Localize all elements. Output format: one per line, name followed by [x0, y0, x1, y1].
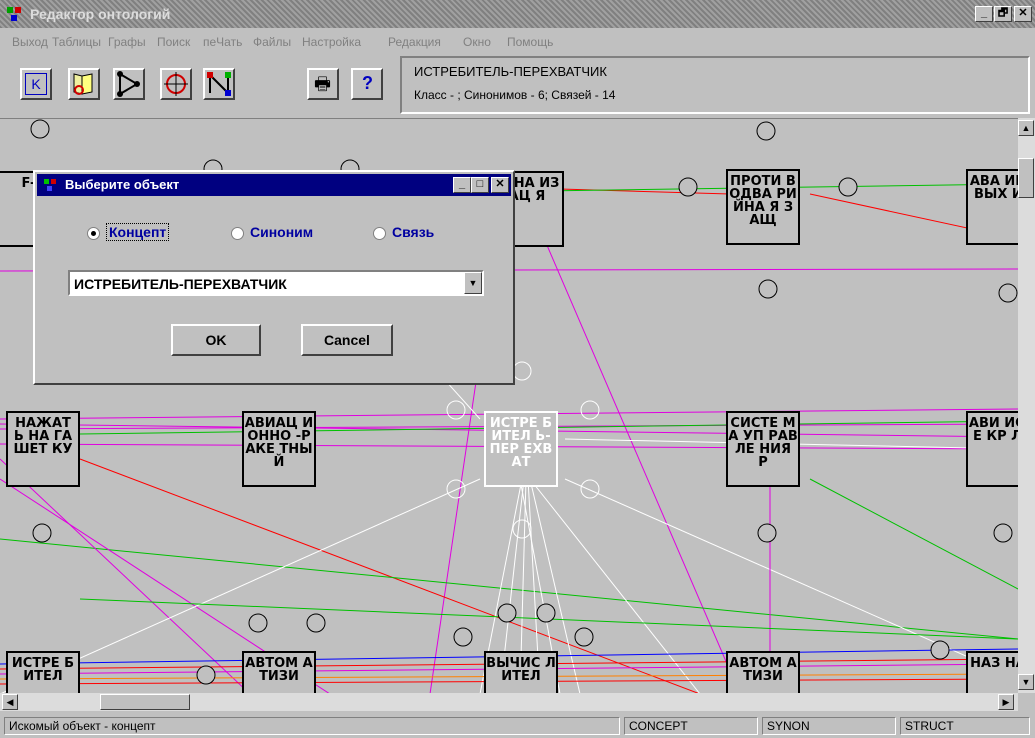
concept-node[interactable]: ВЫЧИС ЛИТЕЛ	[484, 651, 558, 694]
concept-node[interactable]: ПРОТИ ВОДВА РИЙНА Я ЗАЩ	[726, 169, 800, 245]
horizontal-scroll-thumb[interactable]	[100, 694, 190, 710]
app-icon	[7, 7, 21, 21]
window-title: Редактор онтологий	[30, 6, 171, 22]
scroll-up-arrow-icon[interactable]: ▲	[1018, 120, 1034, 136]
status-struct: STRUCT	[900, 717, 1030, 735]
menu-window[interactable]: Окно	[463, 35, 491, 49]
chevron-down-icon[interactable]: ▼	[464, 272, 482, 294]
concept-node[interactable]: АВТОМ АТИЗИ	[726, 651, 800, 694]
title-bar: Редактор онтологий _ 🗗 ✕	[0, 0, 1035, 28]
object-select-value: ИСТРЕБИТЕЛЬ-ПЕРЕХВАТЧИК	[74, 276, 287, 292]
concept-icon: K	[25, 73, 47, 95]
app-icon	[44, 179, 56, 191]
dialog-title-bar: Выберите объект _ □ ✕	[37, 174, 511, 196]
radio-concept-label: Концепт	[106, 223, 170, 241]
status-synon: SYNON	[762, 717, 896, 735]
horizontal-scrollbar[interactable]: ◀ ▶	[0, 693, 1018, 711]
concept-node[interactable]: НАЖАТ Ь НА ГАШЕТ КУ	[6, 411, 80, 487]
concept-node[interactable]: НАЗ НАЯ	[966, 651, 1018, 694]
crosshair-icon	[164, 72, 188, 96]
help-icon: ?	[362, 73, 373, 93]
status-message: Искомый объект - концепт	[4, 717, 620, 735]
printer-icon: 🖶	[314, 74, 331, 94]
scroll-left-arrow-icon[interactable]: ◀	[2, 694, 18, 710]
radio-synonym-label: Синоним	[250, 224, 314, 240]
select-object-dialog: Выберите объект _ □ ✕ Концепт Синоним Св…	[33, 170, 515, 385]
graph-icon	[117, 71, 140, 97]
book-icon	[73, 73, 93, 95]
object-stats: Класс - ; Синонимов - 6; Связей - 14	[414, 88, 616, 102]
radio-checked-icon	[87, 226, 100, 240]
radio-link[interactable]: Связь	[373, 224, 434, 240]
concept-node[interactable]: АВИАЦ ИОННО -РАКЕ ТНЫЙ	[242, 411, 316, 487]
dialog-title: Выберите объект	[65, 177, 180, 192]
status-concept: CONCEPT	[624, 717, 758, 735]
radio-synonym[interactable]: Синоним	[231, 224, 313, 240]
selected-concept-node[interactable]: ИСТРЕ БИТЕЛ Ь-ПЕР ЕХВАТ	[484, 411, 558, 487]
graph-button[interactable]	[113, 68, 145, 100]
vertical-scroll-thumb[interactable]	[1018, 158, 1034, 198]
links-button[interactable]	[203, 68, 235, 100]
concept-node[interactable]: АВА ИНЬ ВЫХ ИЗ	[966, 169, 1018, 245]
minimize-button[interactable]: _	[975, 6, 993, 22]
scroll-down-arrow-icon[interactable]: ▼	[1018, 674, 1034, 690]
concept-node[interactable]: СИСТЕ МА УП РАВЛЕ НИЯ Р	[726, 411, 800, 487]
tables-button[interactable]	[68, 68, 100, 100]
menu-search[interactable]: Поиск	[157, 35, 190, 49]
menu-print[interactable]: пеЧать	[203, 35, 242, 49]
dialog-close-button[interactable]: ✕	[491, 177, 509, 193]
info-panel: ИСТРЕБИТЕЛЬ-ПЕРЕХВАТЧИК Класс - ; Синони…	[400, 56, 1030, 114]
radio-unchecked-icon	[231, 226, 244, 240]
search-button[interactable]	[160, 68, 192, 100]
maximize-button[interactable]: 🗗	[994, 6, 1012, 22]
dialog-minimize-button[interactable]: _	[453, 177, 471, 193]
menu-help[interactable]: Помощь	[507, 35, 553, 49]
menu-files[interactable]: Файлы	[253, 35, 291, 49]
menu-graphs[interactable]: Графы	[108, 35, 146, 49]
help-button[interactable]: ?	[351, 68, 383, 100]
menu-edit[interactable]: Редакция	[388, 35, 441, 49]
status-bar: Искомый объект - концепт CONCEPT SYNON S…	[0, 712, 1035, 738]
scroll-right-arrow-icon[interactable]: ▶	[998, 694, 1014, 710]
cancel-button[interactable]: Cancel	[301, 324, 393, 356]
print-button[interactable]: 🖶	[307, 68, 339, 100]
concept-node[interactable]: ИСТРЕ БИТЕЛ	[6, 651, 80, 694]
vertical-scrollbar[interactable]: ▲ ▼	[1018, 118, 1035, 693]
concept-button[interactable]: K	[20, 68, 52, 100]
menu-exit[interactable]: Выход	[12, 35, 48, 49]
links-icon	[207, 72, 231, 96]
dialog-maximize-button[interactable]: □	[471, 177, 489, 193]
concept-node[interactable]: АВТОМ АТИЗИ	[242, 651, 316, 694]
object-select[interactable]: ИСТРЕБИТЕЛЬ-ПЕРЕХВАТЧИК ▼	[68, 270, 484, 296]
menu-settings[interactable]: Настройка	[302, 35, 361, 49]
concept-node[interactable]: АВИ ИОН Е КР ЛО	[966, 411, 1018, 487]
radio-unchecked-icon	[373, 226, 386, 240]
menu-tables[interactable]: Таблицы	[52, 35, 101, 49]
menu-bar: Выход Таблицы Графы Поиск пеЧать Файлы Н…	[0, 30, 1035, 54]
current-object-title: ИСТРЕБИТЕЛЬ-ПЕРЕХВАТЧИК	[414, 64, 607, 79]
close-button[interactable]: ✕	[1014, 6, 1032, 22]
radio-link-label: Связь	[392, 224, 435, 240]
ok-button[interactable]: OK	[171, 324, 261, 356]
radio-concept[interactable]: Концепт	[87, 223, 170, 241]
